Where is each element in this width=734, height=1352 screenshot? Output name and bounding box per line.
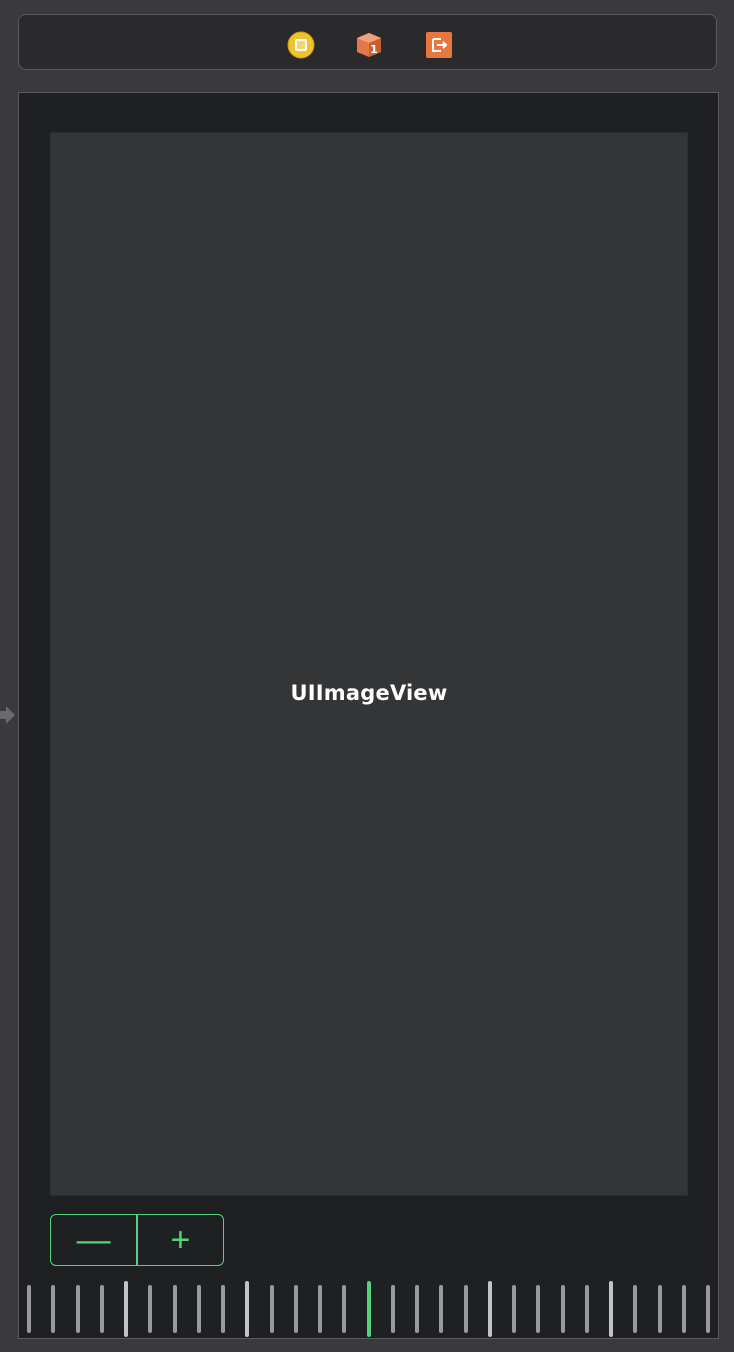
stepper-decrement-button[interactable]: — bbox=[51, 1215, 136, 1265]
slider-tick bbox=[633, 1285, 638, 1333]
slider-tick bbox=[148, 1285, 153, 1333]
slider-tick bbox=[415, 1285, 419, 1333]
svg-text:1: 1 bbox=[370, 43, 378, 56]
scene-dock: 1 bbox=[18, 14, 717, 70]
stepper-increment-button[interactable]: + bbox=[138, 1215, 223, 1265]
exit-icon[interactable] bbox=[425, 31, 453, 59]
tick-slider[interactable] bbox=[19, 1279, 720, 1337]
slider-tick bbox=[221, 1285, 225, 1333]
slider-tick bbox=[196, 1285, 201, 1333]
storyboard-canvas: 1 UIImageView — + bbox=[0, 0, 734, 1352]
stepper[interactable]: — + bbox=[50, 1214, 224, 1266]
slider-tick bbox=[51, 1285, 56, 1333]
slider-tick bbox=[269, 1285, 274, 1333]
slider-tick bbox=[681, 1285, 686, 1333]
slider-tick bbox=[390, 1285, 395, 1333]
slider-tick bbox=[609, 1281, 613, 1337]
slider-tick bbox=[560, 1285, 565, 1333]
slider-tick bbox=[75, 1285, 80, 1333]
slider-tick bbox=[463, 1285, 468, 1333]
slider-tick bbox=[99, 1285, 104, 1333]
slider-tick bbox=[293, 1285, 298, 1333]
slider-tick bbox=[512, 1285, 516, 1333]
slider-tick bbox=[657, 1285, 662, 1333]
slider-tick bbox=[318, 1285, 322, 1333]
view-controller-scene: UIImageView — + bbox=[18, 92, 719, 1339]
slider-tick bbox=[487, 1281, 492, 1337]
slider-tick bbox=[536, 1285, 541, 1333]
view-controller-icon[interactable] bbox=[287, 31, 315, 59]
slider-tick bbox=[439, 1285, 444, 1333]
slider-tick bbox=[584, 1285, 589, 1333]
slider-tick bbox=[245, 1281, 250, 1337]
slider-tick bbox=[124, 1281, 128, 1337]
slider-tick bbox=[706, 1285, 710, 1333]
slider-tick bbox=[172, 1285, 177, 1333]
image-view[interactable]: UIImageView bbox=[50, 132, 688, 1196]
first-responder-icon[interactable]: 1 bbox=[355, 31, 383, 59]
slider-tick bbox=[27, 1285, 31, 1333]
image-view-label: UIImageView bbox=[290, 681, 448, 705]
slider-tick bbox=[342, 1285, 347, 1333]
slider-selected-tick bbox=[366, 1281, 371, 1337]
storyboard-entry-arrow-icon[interactable] bbox=[0, 702, 18, 728]
